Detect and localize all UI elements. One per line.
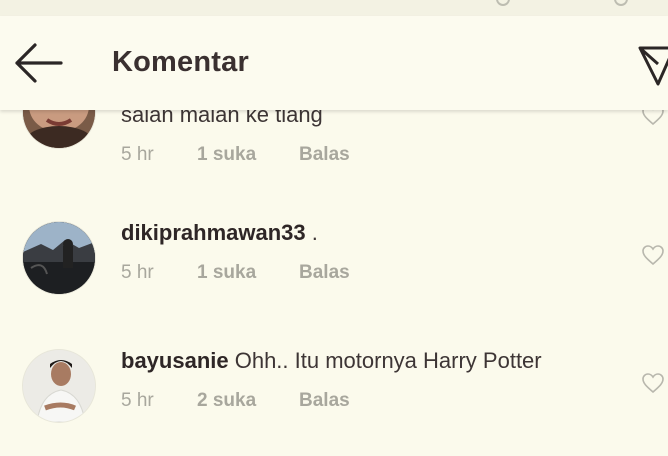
avatar-image [23,222,95,294]
comment-likes[interactable]: 1 suka [197,144,256,166]
reply-button[interactable]: Balas [299,144,350,166]
comment-likes[interactable]: 1 suka [197,262,256,284]
reply-button[interactable]: Balas [299,262,350,284]
page-title: Komentar [112,46,249,78]
paper-plane-icon [638,46,668,86]
send-button[interactable] [636,40,668,86]
avatar[interactable] [23,350,95,422]
comment-time: 5 hr [121,144,154,165]
comment-username[interactable]: bayusanie [121,348,229,373]
comment-body: . [305,220,318,245]
avatar[interactable] [23,222,95,294]
comment-time: 5 hr [121,262,154,283]
back-button[interactable] [10,40,66,86]
heart-icon[interactable] [641,372,665,394]
heart-icon[interactable] [641,244,665,266]
comment-body: Ohh.. Itu motornya Harry Potter [228,348,542,373]
comment-time: 5 hr [121,390,154,411]
reply-button[interactable]: Balas [299,390,350,412]
comment-text: bayusanie Ohh.. Itu motornya Harry Potte… [121,348,542,374]
comment-item: dikiprahmawan33 . 5 hr 1 suka Balas [0,176,668,296]
comment-username[interactable]: dikiprahmawan33 [121,220,306,245]
comment-text: dikiprahmawan33 . [121,220,318,246]
comment-item: bayusanie Ohh.. Itu motornya Harry Potte… [0,304,668,424]
comment-likes[interactable]: 2 suka [197,390,256,412]
avatar-image [23,350,95,422]
top-app-bar: Komentar [0,16,668,110]
arrow-left-icon [15,43,63,83]
